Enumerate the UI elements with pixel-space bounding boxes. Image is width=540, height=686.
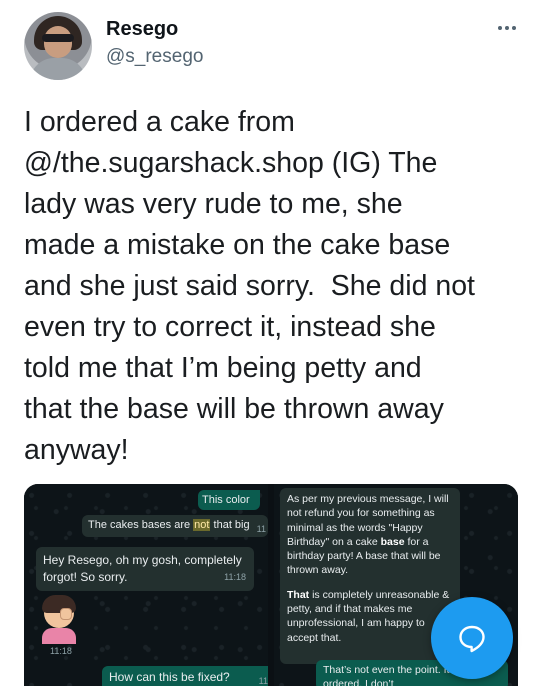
avatar[interactable]	[24, 12, 92, 80]
avatar-face	[44, 26, 72, 58]
message-text: that big	[210, 519, 250, 531]
compose-reply-fab-icon[interactable]	[431, 597, 513, 679]
chat-message: This color	[198, 490, 260, 510]
chat-message: Hey Resego, oh my gosh, completely forgo…	[36, 547, 254, 591]
message-time: 11:18	[224, 572, 246, 582]
message-paragraph: As per my previous message, I will not r…	[287, 493, 449, 577]
tweet-header: Resego @s_resego	[0, 0, 540, 90]
avatar-sunglasses	[42, 34, 74, 42]
message-paragraph: That is completely unreasonable & petty,…	[287, 588, 450, 644]
chat-screenshot-left[interactable]: This color The cakes bases are not that …	[24, 484, 268, 686]
highlighted-word: not	[193, 519, 211, 531]
chat-message: How can this be fixed? 11	[102, 666, 268, 686]
more-dots-icon[interactable]	[494, 18, 520, 38]
display-name[interactable]: Resego	[106, 18, 178, 41]
message-text: Hey Resego, oh my gosh, completely forgo…	[43, 553, 242, 584]
user-handle[interactable]: @s_resego	[106, 46, 203, 68]
message-time: 11:18	[50, 646, 72, 656]
chat-message: The cakes bases are not that big 11	[82, 515, 268, 537]
speech-bubble-icon	[459, 625, 485, 653]
message-time: 11	[256, 524, 266, 534]
facepalm-sticker-icon	[36, 594, 82, 646]
message-text: How can this be fixed?	[109, 670, 230, 684]
avatar-body	[30, 58, 86, 80]
message-time: 11	[258, 676, 268, 686]
tweet-text: I ordered a cake from @/the.sugarshack.s…	[24, 106, 475, 466]
message-text: The cakes bases are	[88, 519, 194, 531]
